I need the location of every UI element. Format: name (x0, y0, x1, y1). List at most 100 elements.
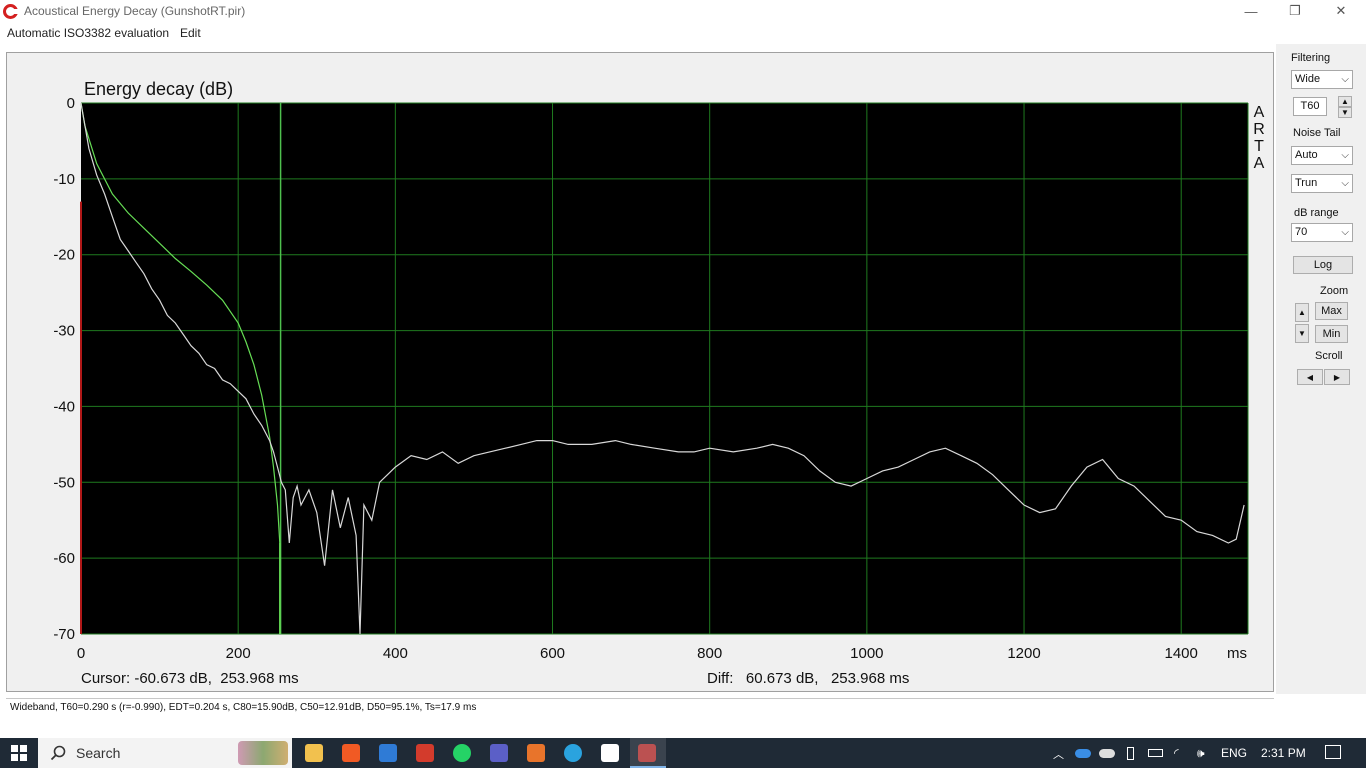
log-button-label: Log (1313, 259, 1333, 271)
telegram-icon[interactable] (564, 744, 582, 762)
chevron-down-icon: ⌵ (1341, 150, 1349, 161)
x-tick-label: 200 (226, 645, 251, 662)
office-icon[interactable] (527, 744, 545, 762)
up-arrow-icon: ▲ (1298, 308, 1306, 317)
whatsapp-icon[interactable] (453, 744, 471, 762)
chevron-up-icon[interactable]: ︿ (1053, 746, 1064, 762)
plot-background (81, 103, 1248, 634)
left-arrow-icon: ◀ (1306, 372, 1314, 382)
search-highlight-icon (238, 741, 288, 765)
db-range-label: dB range (1294, 207, 1339, 219)
onedrive-icon[interactable] (1075, 749, 1091, 758)
down-arrow-icon: ▼ (1341, 108, 1349, 117)
x-tick-label: 400 (383, 645, 408, 662)
zoom-min-label: Min (1322, 328, 1341, 340)
minimize-button[interactable]: — (1228, 0, 1274, 22)
notification-icon[interactable] (1325, 745, 1341, 759)
arta-letter: T (1254, 138, 1264, 155)
y-tick-label: -50 (53, 474, 75, 491)
trunc-select[interactable]: Trun ⌵ (1291, 174, 1353, 193)
search-icon (50, 745, 66, 761)
restore-icon: ❐ (1289, 3, 1301, 18)
right-arrow-icon: ▶ (1333, 372, 1341, 382)
active-app-highlight (630, 738, 666, 768)
y-tick-label: -10 (53, 171, 75, 188)
window-title: Acoustical Energy Decay (GunshotRT.pir) (24, 4, 246, 18)
cursor-readout: Cursor: -60.673 dB, 253.968 ms (81, 670, 299, 687)
control-panel: Filtering Wide ⌵ T60 ▲ ▼ Noise Tail Auto ⌵… (1276, 44, 1366, 694)
y-tick-label: -40 (53, 398, 75, 415)
energy-decay-chart[interactable]: Energy decay (dB) 0 -10 -20 -30 -40 -50 -60 -70… (7, 53, 1273, 691)
y-tick-labels: 0 -10 -20 -30 -40 -50 -60 -70 (53, 95, 75, 643)
param-field[interactable]: T60 (1293, 97, 1327, 116)
y-tick-label: 0 (67, 95, 75, 112)
zoom-up-button[interactable]: ▲ (1295, 303, 1309, 322)
filter-select[interactable]: Wide ⌵ (1291, 70, 1353, 89)
close-button[interactable]: ✕ (1318, 0, 1364, 22)
clock[interactable]: 2:31 PM (1261, 746, 1306, 760)
arta-app-2-icon[interactable] (601, 744, 619, 762)
title-bar: Acoustical Energy Decay (GunshotRT.pir) … (0, 0, 1366, 22)
wifi-icon[interactable]: ◜ (1174, 746, 1179, 760)
filtering-label: Filtering (1291, 52, 1331, 64)
scroll-left-button[interactable]: ◀ (1297, 369, 1323, 385)
brave-icon[interactable] (342, 744, 360, 762)
db-range-value: 70 (1295, 226, 1308, 238)
chevron-down-icon: ⌵ (1341, 74, 1349, 85)
diff-readout: Diff: 60.673 dB, 253.968 ms (707, 670, 909, 687)
menu-bar: Automatic ISO3382 evaluation Edit (0, 23, 1366, 43)
volume-icon[interactable]: 🕪 (1197, 746, 1205, 761)
x-tick-labels: 0 200 400 600 800 1000 1200 1400 (77, 645, 1198, 662)
down-arrow-icon: ▼ (1298, 329, 1306, 338)
zoom-max-button[interactable]: Max (1315, 302, 1348, 320)
taskbar-search[interactable]: Search (38, 738, 292, 768)
x-tick-label: 0 (77, 645, 85, 662)
up-arrow-icon: ▲ (1341, 97, 1349, 106)
zoom-label: Zoom (1320, 285, 1349, 297)
zoom-down-button[interactable]: ▼ (1295, 324, 1309, 343)
noise-tail-value: Auto (1295, 149, 1318, 161)
chevron-down-icon: ⌵ (1341, 227, 1349, 238)
y-tick-label: -20 (53, 247, 75, 264)
battery-icon[interactable] (1148, 749, 1163, 757)
param-down-button[interactable]: ▼ (1338, 107, 1352, 118)
arta-app-1-icon[interactable] (416, 744, 434, 762)
close-icon: ✕ (1335, 3, 1347, 18)
scroll-label: Scroll (1315, 350, 1343, 362)
language-indicator[interactable]: ENG (1221, 746, 1247, 760)
todo-icon[interactable] (379, 744, 397, 762)
x-tick-label: 1200 (1007, 645, 1040, 662)
arta-app-icon (3, 4, 18, 19)
usb-icon[interactable] (1127, 747, 1134, 760)
menu-iso3382[interactable]: Automatic ISO3382 evaluation (7, 26, 169, 40)
zoom-min-button[interactable]: Min (1315, 325, 1348, 343)
x-tick-label: 600 (540, 645, 565, 662)
status-text: Wideband, T60=0.290 s (r=-0.990), EDT=0.… (10, 702, 477, 713)
teams-icon[interactable] (490, 744, 508, 762)
chart-frame: Energy decay (dB) 0 -10 -20 -30 -40 -50 -60 -70… (6, 52, 1274, 692)
x-tick-label: 1400 (1165, 645, 1198, 662)
filter-select-value: Wide (1295, 73, 1321, 85)
search-placeholder: Search (76, 745, 121, 761)
cloud-icon[interactable] (1099, 749, 1115, 758)
x-unit-label: ms (1227, 645, 1247, 662)
restore-button[interactable]: ❐ (1272, 0, 1318, 22)
taskbar: Search ︿ ◜ 🕪 ENG 2:31 PM (0, 738, 1366, 768)
chart-title: Energy decay (dB) (84, 79, 233, 99)
zoom-max-label: Max (1321, 305, 1342, 317)
noise-tail-select[interactable]: Auto ⌵ (1291, 146, 1353, 165)
log-button[interactable]: Log (1293, 256, 1353, 274)
windows-icon (11, 745, 27, 761)
arta-letter: A (1254, 104, 1265, 121)
file-explorer-icon[interactable] (305, 744, 323, 762)
chevron-down-icon: ⌵ (1341, 178, 1349, 189)
arta-letter: A (1254, 155, 1265, 172)
db-range-select[interactable]: 70 ⌵ (1291, 223, 1353, 242)
scroll-right-button[interactable]: ▶ (1324, 369, 1350, 385)
param-up-button[interactable]: ▲ (1338, 96, 1352, 107)
status-bar: Wideband, T60=0.290 s (r=-0.990), EDT=0.… (6, 698, 1274, 735)
minimize-icon: — (1244, 3, 1258, 19)
y-tick-label: -70 (53, 626, 75, 643)
menu-edit[interactable]: Edit (180, 26, 201, 40)
start-button[interactable] (0, 738, 38, 768)
